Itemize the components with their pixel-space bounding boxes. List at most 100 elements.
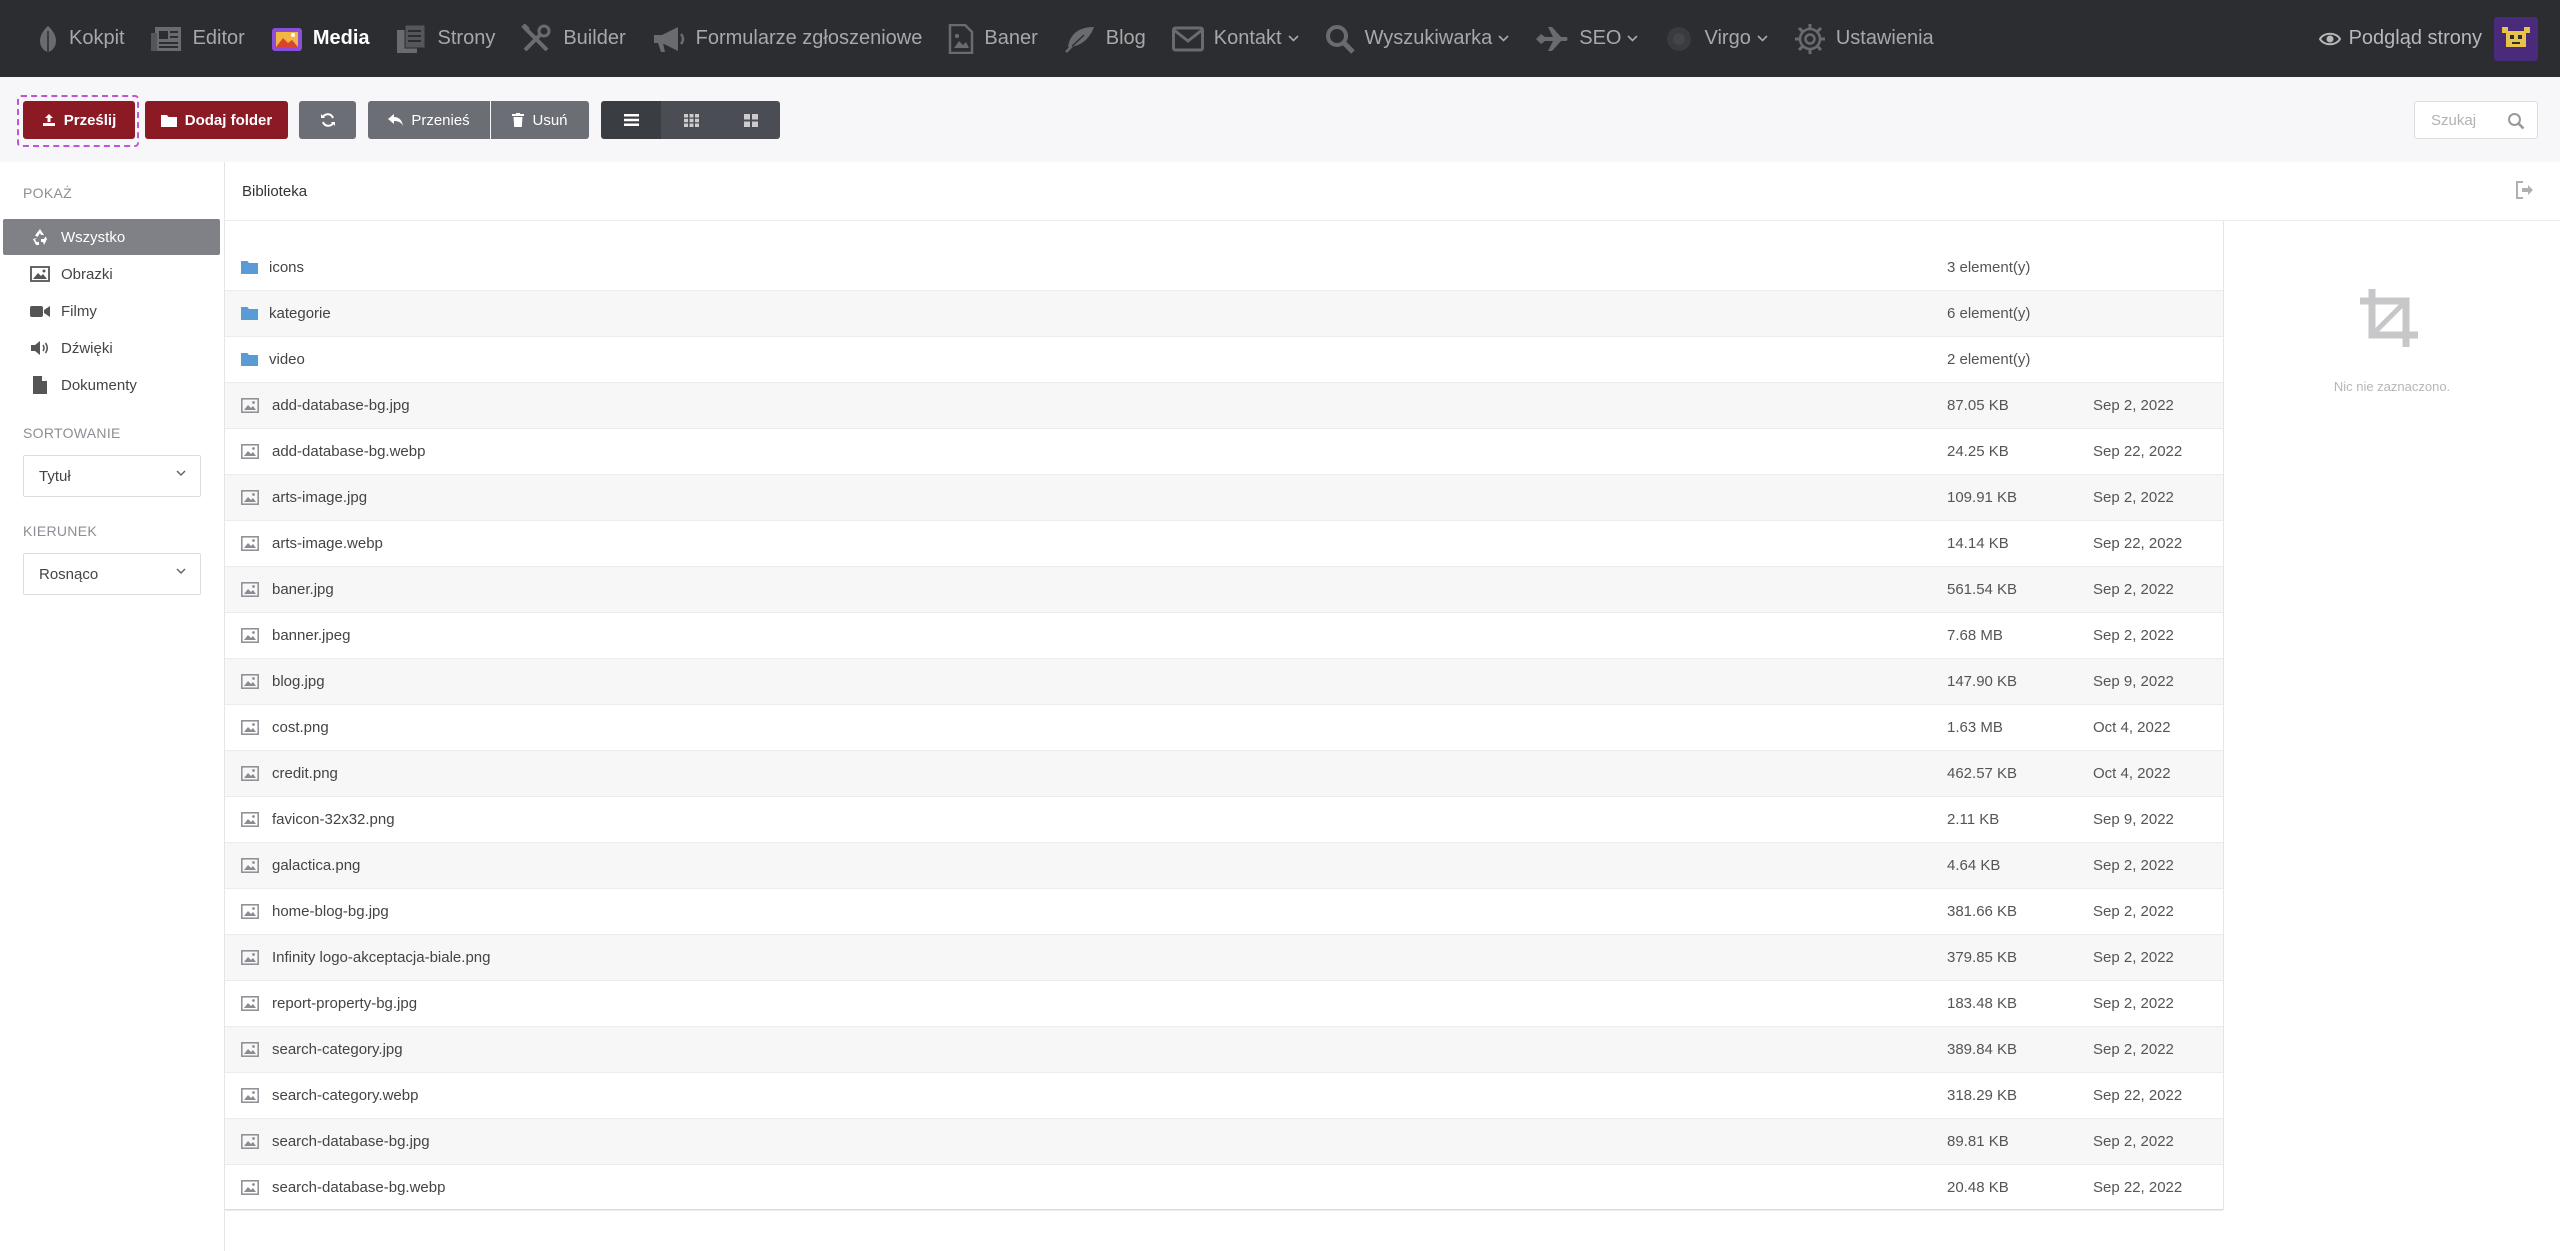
file-row[interactable]: galactica.png 4.64 KB Sep 2, 2022 [225, 843, 2223, 889]
nav-item-seo[interactable]: SEO [1522, 0, 1651, 77]
search-box[interactable] [2414, 101, 2538, 139]
file-row[interactable]: search-database-bg.jpg 89.81 KB Sep 2, 202… [225, 1119, 2223, 1165]
file-date: Sep 2, 2022 [2093, 903, 2174, 920]
user-avatar[interactable] [2494, 16, 2538, 61]
nav-item-strony[interactable]: Strony [383, 0, 509, 77]
nav-item-kontakt[interactable]: Kontakt [1159, 0, 1312, 77]
nav-item-baner[interactable]: Baner [935, 0, 1050, 77]
file-row[interactable]: search-category.webp 318.29 KB Sep 22, 202… [225, 1073, 2223, 1119]
file-row[interactable]: favicon-32x32.png 2.11 KB Sep 9, 2022 [225, 797, 2223, 843]
file-row[interactable]: baner.jpg 561.54 KB Sep 2, 2022 [225, 567, 2223, 613]
file-row[interactable]: report-property-bg.jpg 183.48 KB Sep 2, 20… [225, 981, 2223, 1027]
folder-row[interactable]: video 2 element(y) [225, 337, 2223, 383]
image-file-icon [241, 1134, 259, 1149]
file-name: search-database-bg.webp [272, 1179, 446, 1196]
filter-filmy[interactable]: Filmy [3, 293, 220, 329]
large-grid-view-button[interactable] [721, 101, 780, 139]
nav-item-label: Builder [563, 27, 626, 49]
image-file-icon [241, 490, 259, 505]
direction-select[interactable]: Rosnąco [23, 553, 201, 595]
filter-label: Dokumenty [61, 376, 137, 394]
file-row[interactable]: search-category.jpg 389.84 KB Sep 2, 2022 [225, 1027, 2223, 1073]
file-name: Infinity logo-akceptacja-biale.png [272, 949, 491, 966]
folder-row[interactable]: kategorie 6 element(y) [225, 291, 2223, 337]
filter-dźwięki[interactable]: Dźwięki [3, 330, 220, 366]
file-row[interactable]: cost.png 1.63 MB Oct 4, 2022 [225, 705, 2223, 751]
chevron-down-icon [1288, 35, 1299, 42]
nav-item-label: Ustawienia [1835, 27, 1934, 49]
delete-label: Usuń [532, 111, 568, 129]
video-camera-icon [29, 305, 51, 318]
search-input[interactable] [2429, 110, 2513, 130]
file-size: 7.68 MB [1947, 627, 2003, 644]
sign-out-icon[interactable] [2515, 181, 2535, 199]
folder-icon [241, 352, 258, 366]
file-row[interactable]: add-database-bg.webp 24.25 KB Sep 22, 2022 [225, 429, 2223, 475]
file-size: 1.63 MB [1947, 719, 2003, 736]
nav-item-ustawienia[interactable]: Ustawienia [1781, 0, 1947, 77]
folder-name: kategorie [269, 305, 331, 322]
breadcrumb[interactable]: Biblioteka [242, 183, 307, 200]
file-row[interactable]: banner.jpeg 7.68 MB Sep 2, 2022 [225, 613, 2223, 659]
grid-view-button[interactable] [661, 101, 721, 139]
move-button[interactable]: Przenieś [368, 101, 490, 139]
top-navbar: Kokpit Editor Media Strony Builder Formularze… [0, 0, 2560, 77]
nav-item-blog[interactable]: Blog [1051, 0, 1159, 77]
nav-item-kokpit[interactable]: Kokpit [24, 0, 138, 77]
file-name: credit.png [272, 765, 338, 782]
list-view-button[interactable] [601, 101, 661, 139]
file-date: Sep 2, 2022 [2093, 581, 2174, 598]
delete-button[interactable]: Usuń [491, 101, 589, 139]
nav-item-wyszukiwarka[interactable]: Wyszukiwarka [1312, 0, 1523, 77]
filter-obrazki[interactable]: Obrazki [3, 256, 220, 292]
file-size: 4.64 KB [1947, 857, 2001, 874]
photo-icon [271, 25, 303, 53]
search-icon[interactable] [2507, 112, 2525, 130]
file-size: 147.90 KB [1947, 673, 2018, 690]
filter-wszystko[interactable]: Wszystko [3, 219, 220, 255]
file-date: Sep 2, 2022 [2093, 397, 2174, 414]
upload-button[interactable]: Prześlij [23, 101, 135, 139]
show-heading: POKAŻ [23, 185, 72, 201]
file-row[interactable]: add-database-bg.jpg 87.05 KB Sep 2, 2022 [225, 383, 2223, 429]
file-row[interactable]: credit.png 462.57 KB Oct 4, 2022 [225, 751, 2223, 797]
media-toolbar: Prześlij Dodaj folder Przenieś Usuń [0, 77, 2560, 162]
file-row[interactable]: arts-image.jpg 109.91 KB Sep 2, 2022 [225, 475, 2223, 521]
file-name: search-category.jpg [272, 1041, 403, 1058]
file-row[interactable]: arts-image.webp 14.14 KB Sep 22, 2022 [225, 521, 2223, 567]
leaf-icon [37, 25, 59, 53]
file-date: Sep 22, 2022 [2093, 535, 2183, 552]
filter-dokumenty[interactable]: Dokumenty [3, 367, 220, 403]
nav-item-formularze[interactable]: Formularze zgłoszeniowe [639, 0, 936, 77]
nav-item-editor[interactable]: Editor [138, 0, 258, 77]
file-name: arts-image.jpg [272, 489, 368, 506]
nav-item-label: Blog [1105, 27, 1146, 49]
file-date: Sep 9, 2022 [2093, 811, 2174, 828]
image-file-icon [241, 1180, 259, 1195]
sort-select[interactable]: Tytuł [23, 455, 201, 497]
nav-item-builder[interactable]: Builder [508, 0, 638, 77]
preview-site-link[interactable]: Podgląd strony [2318, 27, 2482, 50]
pages-icon [396, 24, 428, 54]
folder-name: icons [269, 259, 305, 276]
nav-item-virgo[interactable]: Virgo [1651, 0, 1780, 77]
file-size: 109.91 KB [1947, 489, 2018, 506]
newspaper-icon [150, 25, 183, 53]
file-name: search-category.webp [272, 1087, 419, 1104]
crop-icon [2358, 287, 2420, 349]
nav-item-media[interactable]: Media [258, 0, 383, 77]
folder-row[interactable]: icons 3 element(y) [225, 245, 2223, 291]
header-divider [225, 220, 2560, 221]
refresh-button[interactable] [299, 101, 356, 139]
file-row[interactable]: home-blog-bg.jpg 381.66 KB Sep 2, 2022 [225, 889, 2223, 935]
folder-icon [241, 260, 258, 274]
add-folder-button[interactable]: Dodaj folder [145, 101, 288, 139]
file-row[interactable]: Infinity logo-akceptacja-biale.png 379.85… [225, 935, 2223, 981]
file-row[interactable]: blog.jpg 147.90 KB Sep 9, 2022 [225, 659, 2223, 705]
file-size: 381.66 KB [1947, 903, 2018, 920]
file-size: 89.81 KB [1947, 1133, 2009, 1150]
image-file-icon [241, 674, 259, 689]
refresh-icon [320, 112, 336, 128]
folder-icon [241, 306, 258, 320]
file-row[interactable]: search-database-bg.webp 20.48 KB Sep 22, 2… [225, 1165, 2223, 1211]
